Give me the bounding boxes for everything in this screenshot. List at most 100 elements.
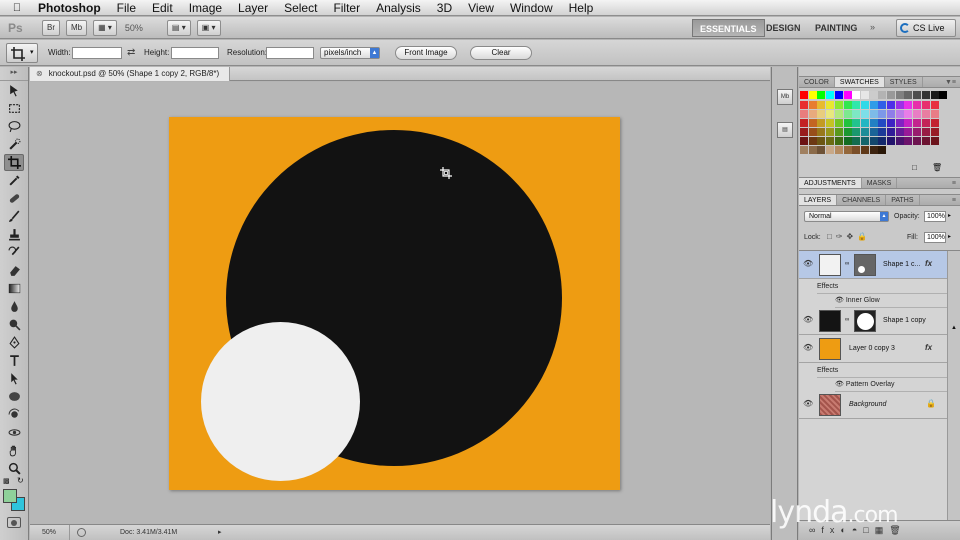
color-swatch[interactable] bbox=[852, 137, 861, 145]
menu-layer[interactable]: Layer bbox=[230, 0, 276, 16]
color-swatch[interactable] bbox=[860, 137, 869, 145]
default-colors-icon[interactable]: ▩ bbox=[3, 477, 10, 485]
tab-layers[interactable]: LAYERS bbox=[799, 195, 838, 205]
color-swatch[interactable] bbox=[895, 101, 904, 109]
color-swatch[interactable] bbox=[800, 146, 808, 154]
panel-menu-icon[interactable]: ≡ bbox=[952, 195, 960, 205]
color-swatch[interactable] bbox=[913, 119, 922, 127]
layer-name[interactable]: Shape 1 c... bbox=[883, 261, 920, 268]
workspace-more-icon[interactable]: » bbox=[870, 22, 875, 32]
color-swatch[interactable] bbox=[869, 101, 878, 109]
color-swatch[interactable] bbox=[887, 137, 895, 145]
front-image-button[interactable]: Front Image bbox=[395, 46, 457, 60]
menu-image[interactable]: Image bbox=[181, 0, 230, 16]
color-swatch[interactable] bbox=[852, 110, 861, 118]
color-swatch[interactable] bbox=[817, 110, 826, 118]
color-swatch[interactable] bbox=[887, 128, 895, 136]
document-tab[interactable]: ⊗ knockout.psd @ 50% (Shape 1 copy 2, RGB… bbox=[30, 67, 231, 81]
path-selection-tool[interactable] bbox=[4, 370, 24, 387]
color-swatch[interactable] bbox=[913, 91, 922, 99]
color-swatch[interactable] bbox=[834, 101, 843, 109]
color-swatch[interactable] bbox=[843, 128, 852, 136]
panel-menu-icon[interactable]: ▼≡ bbox=[945, 77, 960, 87]
zoom-level[interactable]: 50% bbox=[117, 23, 161, 33]
status-menu-arrow-icon[interactable]: ▸ bbox=[218, 525, 222, 540]
color-swatch[interactable] bbox=[808, 91, 817, 99]
color-swatch[interactable] bbox=[904, 110, 913, 118]
color-swatch[interactable] bbox=[878, 91, 887, 99]
effect-row[interactable]: 👁 Inner Glow bbox=[835, 294, 947, 308]
effect-row[interactable]: 👁 Pattern Overlay bbox=[835, 378, 947, 392]
color-swatch[interactable] bbox=[817, 91, 826, 99]
color-swatch[interactable] bbox=[808, 128, 817, 136]
tab-masks[interactable]: MASKS bbox=[862, 178, 898, 188]
color-swatch[interactable] bbox=[930, 128, 939, 136]
color-swatch[interactable] bbox=[895, 119, 904, 127]
trash-icon[interactable]: 🗑 bbox=[932, 163, 942, 172]
color-swatch[interactable] bbox=[800, 110, 808, 118]
mini-bridge-button[interactable]: Mb bbox=[66, 19, 88, 36]
color-swatch[interactable] bbox=[808, 146, 817, 154]
color-swatch[interactable] bbox=[921, 137, 930, 145]
resolution-field[interactable] bbox=[266, 47, 314, 59]
eraser-tool[interactable] bbox=[4, 262, 24, 279]
quick-selection-tool[interactable] bbox=[4, 136, 24, 153]
extras-button[interactable]: ▦ ▾ bbox=[93, 19, 117, 36]
color-swatch[interactable] bbox=[860, 119, 869, 127]
brush-tool[interactable] bbox=[4, 208, 24, 225]
workspace-essentials[interactable]: ESSENTIALS bbox=[692, 19, 765, 37]
color-swatch[interactable] bbox=[921, 91, 930, 99]
mini-bridge-panel-icon[interactable]: Mb bbox=[777, 89, 793, 105]
blur-tool[interactable] bbox=[4, 298, 24, 315]
screen-mode-button[interactable]: ▣ ▾ bbox=[196, 19, 221, 36]
color-swatch[interactable] bbox=[808, 119, 817, 127]
color-swatch[interactable] bbox=[904, 128, 913, 136]
marquee-tool[interactable] bbox=[4, 100, 24, 117]
eye-icon[interactable]: 👁 bbox=[835, 381, 844, 388]
tab-adjustments[interactable]: ADJUSTMENTS bbox=[799, 178, 862, 188]
height-field[interactable] bbox=[171, 47, 219, 59]
close-icon[interactable]: ⊗ bbox=[36, 69, 43, 78]
color-swatch[interactable] bbox=[904, 101, 913, 109]
color-swatch[interactable] bbox=[860, 146, 869, 154]
color-swatch[interactable] bbox=[904, 91, 913, 99]
workspace-painting[interactable]: PAINTING bbox=[808, 19, 864, 37]
menu-window[interactable]: Window bbox=[502, 0, 561, 16]
color-swatch[interactable] bbox=[895, 91, 904, 99]
color-swatch[interactable] bbox=[843, 137, 852, 145]
color-swatch[interactable] bbox=[878, 146, 887, 154]
color-swatch[interactable] bbox=[930, 101, 939, 109]
layer-row[interactable]: 👁 Layer 0 copy 3 fx bbox=[799, 335, 947, 363]
color-swatch[interactable] bbox=[852, 146, 861, 154]
color-swatch[interactable] bbox=[913, 101, 922, 109]
cs-live-button[interactable]: CS Live bbox=[896, 19, 956, 37]
lock-icons[interactable]: □✑✥🔒 bbox=[827, 232, 871, 241]
eye-icon[interactable]: 👁 bbox=[835, 297, 844, 304]
status-info-icon[interactable] bbox=[77, 528, 86, 537]
new-swatch-icon[interactable]: □ bbox=[912, 163, 917, 172]
color-swatch[interactable] bbox=[878, 119, 887, 127]
layer-row[interactable]: 👁 ∞ Shape 1 copy bbox=[799, 307, 947, 335]
color-swatch[interactable] bbox=[895, 137, 904, 145]
color-swatch[interactable] bbox=[852, 128, 861, 136]
color-swatch[interactable] bbox=[921, 110, 930, 118]
gradient-tool[interactable] bbox=[4, 280, 24, 297]
swap-colors-icon[interactable]: ↻ bbox=[17, 476, 24, 485]
layer-row[interactable]: 👁 Background 🔒 bbox=[799, 391, 947, 419]
color-swatch[interactable] bbox=[834, 91, 843, 99]
color-swatch[interactable] bbox=[913, 128, 922, 136]
color-swatch[interactable] bbox=[878, 110, 887, 118]
color-swatch[interactable] bbox=[843, 146, 852, 154]
bridge-button[interactable]: Br bbox=[42, 19, 60, 36]
color-swatch[interactable] bbox=[860, 128, 869, 136]
shape-tool[interactable] bbox=[4, 388, 24, 405]
clone-stamp-tool[interactable] bbox=[4, 226, 24, 243]
color-swatch[interactable] bbox=[878, 137, 887, 145]
fx-icon[interactable]: fx bbox=[925, 343, 932, 352]
lasso-tool[interactable] bbox=[4, 118, 24, 135]
color-swatch[interactable] bbox=[904, 119, 913, 127]
tab-paths[interactable]: PATHS bbox=[886, 195, 920, 205]
color-swatch[interactable] bbox=[887, 110, 895, 118]
color-swatch[interactable] bbox=[887, 91, 895, 99]
color-swatch[interactable] bbox=[834, 146, 843, 154]
